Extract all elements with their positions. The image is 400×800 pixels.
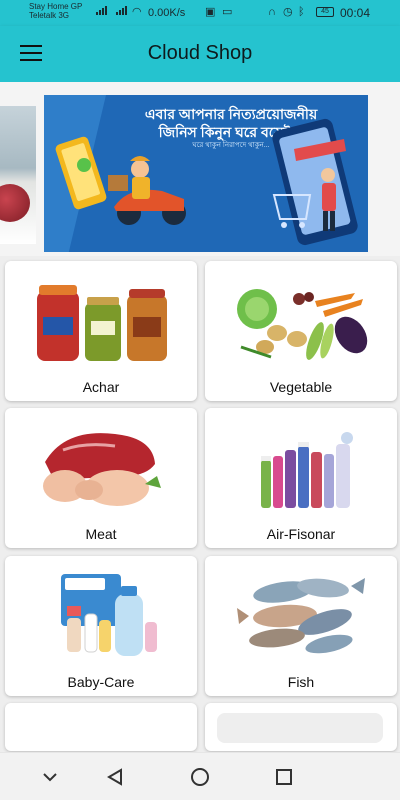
network-speed: 0.00K/s bbox=[148, 7, 186, 19]
fish-image bbox=[237, 578, 365, 654]
bluetooth-icon: ᛒ bbox=[298, 6, 305, 18]
alarm-icon: ◷ bbox=[283, 6, 293, 18]
placeholder-image bbox=[217, 713, 383, 743]
vegetable-image bbox=[237, 289, 368, 360]
category-card-vegetable[interactable]: Vegetable bbox=[205, 261, 397, 401]
wifi-icon: ◠ bbox=[132, 6, 142, 18]
banner-previous-slide[interactable] bbox=[0, 106, 36, 244]
achar-image bbox=[37, 285, 167, 361]
circle-home-icon[interactable] bbox=[188, 765, 212, 789]
carrier-info: Stay Home GP Teletalk 3G bbox=[29, 2, 82, 20]
banner-slide[interactable]: এবার আপনার নিত্যপ্রয়োজনীয় জিনিস কিনুন … bbox=[44, 95, 368, 252]
category-label: Air-Fisonar bbox=[266, 526, 336, 542]
category-card-baby-care[interactable]: Baby-Care bbox=[5, 556, 197, 696]
status-time: 00:04 bbox=[340, 6, 371, 20]
category-label: Meat bbox=[85, 526, 117, 542]
image-icon: ▣ bbox=[205, 6, 216, 18]
system-nav-bar bbox=[0, 752, 400, 800]
app-bar: Cloud Shop bbox=[0, 26, 400, 82]
signal-icon bbox=[96, 6, 108, 15]
baby-care-image bbox=[61, 574, 157, 656]
status-bar: Stay Home GP Teletalk 3G ◠ 0.00K/s ▣ ▭ ∩… bbox=[0, 0, 400, 26]
square-recents-icon[interactable] bbox=[272, 765, 296, 789]
category-card-partial[interactable] bbox=[205, 703, 397, 751]
screen-icon: ▭ bbox=[222, 6, 233, 18]
headphones-icon: ∩ bbox=[268, 6, 276, 18]
category-card-meat[interactable]: Meat bbox=[5, 408, 197, 548]
category-label: Vegetable bbox=[269, 379, 333, 395]
category-label: Fish bbox=[287, 674, 315, 690]
category-card-achar[interactable]: Achar bbox=[5, 261, 197, 401]
category-label: Baby-Care bbox=[67, 674, 135, 690]
category-label: Achar bbox=[82, 379, 120, 395]
meat-image bbox=[43, 433, 161, 506]
signal-icon bbox=[116, 6, 128, 15]
air-freshener-image bbox=[261, 432, 353, 508]
battery-icon: 45 bbox=[316, 7, 334, 17]
delivery-illustration bbox=[55, 118, 358, 246]
meat-image bbox=[0, 184, 30, 222]
triangle-back-icon[interactable] bbox=[103, 765, 127, 789]
chevron-down-icon[interactable] bbox=[38, 765, 62, 789]
category-card-partial[interactable] bbox=[5, 703, 197, 751]
app-title: Cloud Shop bbox=[147, 42, 253, 64]
category-card-air-fisonar[interactable]: Air-Fisonar bbox=[205, 408, 397, 548]
carrier-label-2: Teletalk 3G bbox=[29, 11, 70, 20]
carrier-label-1: Stay Home GP bbox=[29, 2, 83, 11]
category-card-fish[interactable]: Fish bbox=[205, 556, 397, 696]
